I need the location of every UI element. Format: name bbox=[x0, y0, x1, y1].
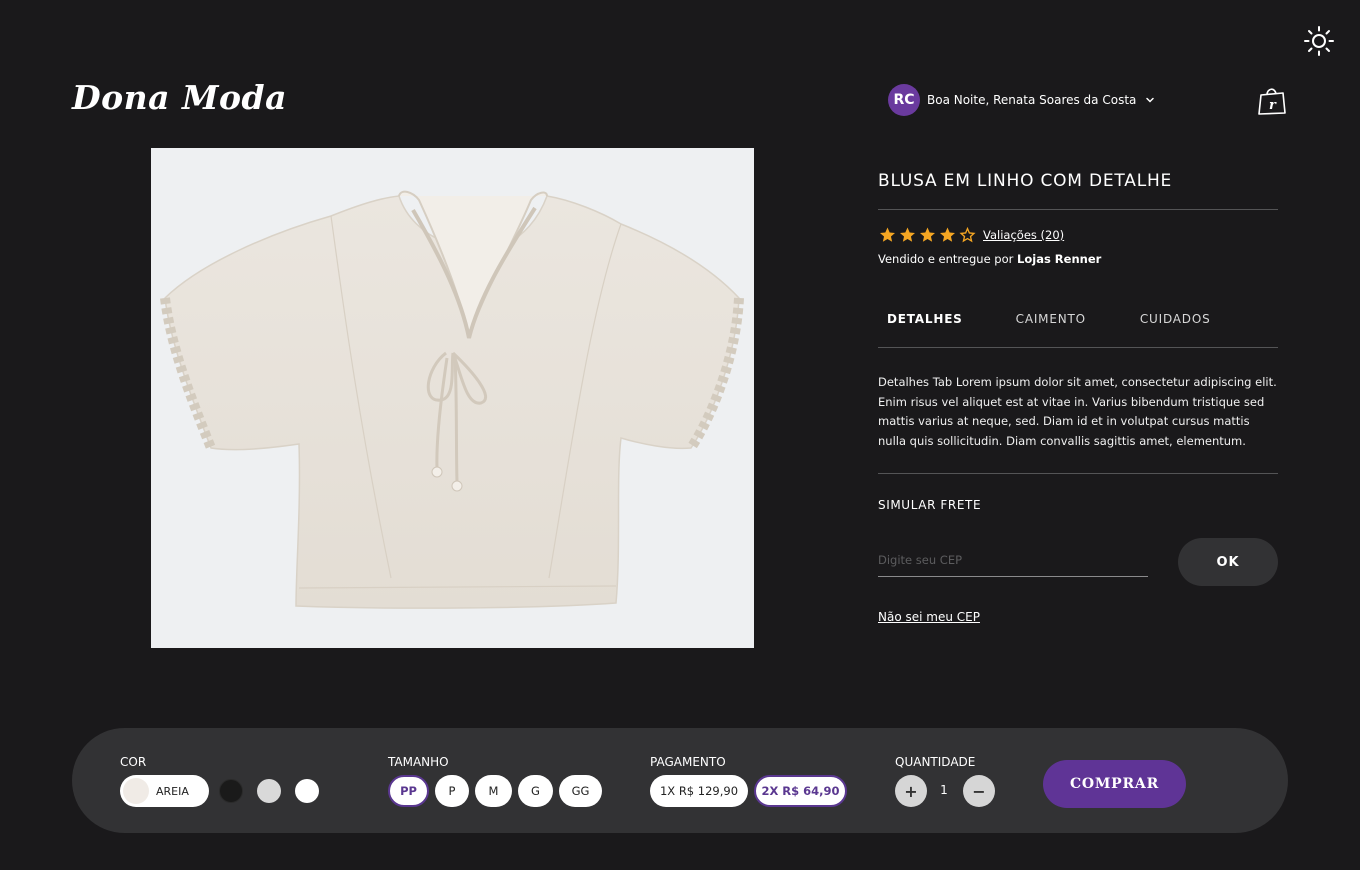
user-menu[interactable]: RC Boa Noite, Renata Soares da Costa bbox=[888, 84, 1155, 116]
chevron-down-icon bbox=[1146, 97, 1155, 103]
product-image bbox=[151, 148, 754, 648]
unknown-cep-link[interactable]: Não sei meu CEP bbox=[878, 610, 980, 624]
product-description: Detalhes Tab Lorem ipsum dolor sit amet,… bbox=[878, 375, 1277, 448]
color-swatch-areia bbox=[123, 778, 149, 804]
quantity-decrease-button[interactable]: − bbox=[963, 775, 995, 807]
shopping-bag-icon[interactable]: r bbox=[1257, 85, 1287, 117]
color-swatch-black[interactable] bbox=[219, 779, 243, 803]
size-option-m[interactable]: M bbox=[475, 775, 512, 807]
shipping-label: SIMULAR FRETE bbox=[878, 498, 982, 512]
divider bbox=[878, 473, 1278, 474]
blouse-illustration bbox=[160, 190, 744, 609]
brand-logo[interactable]: Dona Moda bbox=[72, 78, 287, 117]
star-filled-icon bbox=[940, 227, 955, 242]
star-outline-icon bbox=[959, 226, 976, 243]
user-greeting: Boa Noite, Renata Soares da Costa bbox=[927, 93, 1137, 107]
quantity-value: 1 bbox=[940, 783, 948, 797]
divider bbox=[878, 347, 1278, 348]
color-option-areia[interactable]: AREIA bbox=[120, 775, 209, 807]
size-option-gg[interactable]: GG bbox=[559, 775, 602, 807]
payment-option-1x[interactable]: 1X R$ 129,90 bbox=[650, 775, 748, 807]
seller-prefix: Vendido e entregue por bbox=[878, 252, 1014, 266]
buy-button[interactable]: COMPRAR bbox=[1043, 760, 1186, 808]
cep-input[interactable] bbox=[878, 543, 1148, 577]
size-option-g[interactable]: G bbox=[518, 775, 553, 807]
product-rating: Valiações (20) bbox=[878, 226, 1064, 244]
payment-label: PAGAMENTO bbox=[650, 755, 726, 769]
star-filled-icon bbox=[920, 227, 935, 242]
color-swatch-white[interactable] bbox=[295, 779, 319, 803]
cep-ok-button[interactable]: OK bbox=[1178, 538, 1278, 586]
divider bbox=[878, 209, 1278, 210]
avatar: RC bbox=[888, 84, 920, 116]
quantity-label: QUANTIDADE bbox=[895, 755, 976, 769]
payment-option-2x[interactable]: 2X R$ 64,90 bbox=[754, 775, 847, 807]
product-title: BLUSA EM LINHO COM DETALHE bbox=[878, 171, 1173, 191]
tab-cuidados[interactable]: CUIDADOS bbox=[1140, 312, 1211, 326]
star-filled-icon bbox=[880, 227, 895, 242]
star-filled-icon bbox=[900, 227, 915, 242]
tab-caimento[interactable]: CAIMENTO bbox=[1016, 312, 1086, 326]
color-swatch-light-gray[interactable] bbox=[257, 779, 281, 803]
product-tabs: DETALHES CAIMENTO CUIDADOS bbox=[878, 312, 1211, 326]
color-name: AREIA bbox=[156, 784, 189, 798]
quantity-increase-button[interactable]: + bbox=[895, 775, 927, 807]
size-label: TAMANHO bbox=[388, 755, 449, 769]
color-label: COR bbox=[120, 755, 147, 769]
seller-name: Lojas Renner bbox=[1017, 252, 1102, 266]
size-option-p[interactable]: P bbox=[435, 775, 469, 807]
tab-detalhes[interactable]: DETALHES bbox=[887, 312, 963, 326]
seller-info: Vendido e entregue por Lojas Renner bbox=[878, 252, 1101, 266]
size-option-pp[interactable]: PP bbox=[388, 775, 429, 807]
svg-text:r: r bbox=[1269, 98, 1277, 113]
reviews-link[interactable]: Valiações (20) bbox=[983, 228, 1064, 242]
theme-toggle-sun-icon[interactable] bbox=[1303, 25, 1335, 57]
rating-stars bbox=[878, 226, 977, 244]
